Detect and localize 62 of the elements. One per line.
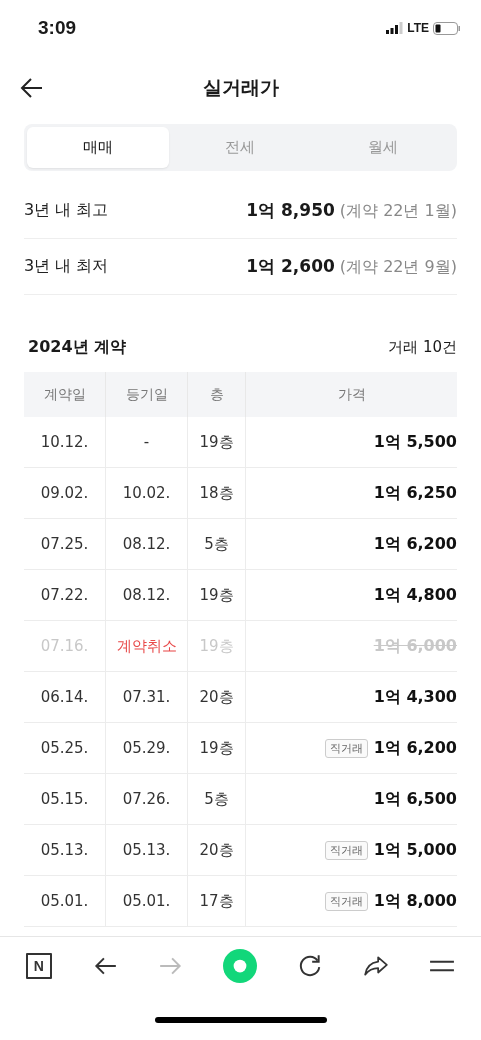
column-header: 가격 [245, 372, 457, 417]
table-cell: 05.01. [105, 876, 187, 927]
table-cell: 07.22. [24, 570, 105, 621]
table-cell: 05.13. [105, 825, 187, 876]
table-cell: 05.29. [105, 723, 187, 774]
table-cell: 08.12. [105, 570, 187, 621]
price-text: 1억 6,500 [373, 788, 457, 810]
price-text: 1억 4,800 [373, 584, 457, 606]
tab[interactable]: 매매 [27, 127, 170, 168]
deal-count: 거래 10건 [388, 337, 457, 357]
summary-label: 3년 내 최저 [24, 256, 109, 277]
summary-price: 1억 8,950 [246, 199, 335, 222]
back-button[interactable] [20, 76, 44, 100]
back-arrow-icon [20, 76, 44, 100]
column-header: 계약일 [24, 372, 105, 417]
table-cell: 05.01. [24, 876, 105, 927]
summary-price: 1억 2,600 [246, 255, 335, 278]
table-cell: 19층 [187, 417, 245, 468]
table-cell: 10.02. [105, 468, 187, 519]
table-cell: 10.12. [24, 417, 105, 468]
direct-deal-tag: 직거래 [324, 840, 368, 860]
table-cell: 20층 [187, 672, 245, 723]
network-label: LTE [407, 21, 429, 35]
price-text: 1억 4,300 [373, 686, 457, 708]
table-cell: 20층 [187, 825, 245, 876]
table-cell: 17층 [187, 876, 245, 927]
table-cell: 09.02. [24, 468, 105, 519]
logo-button[interactable]: N [25, 953, 52, 979]
price-text: 1억 6,250 [373, 482, 457, 504]
battery-icon [433, 21, 461, 35]
price-text: 1억 8,000 [373, 890, 457, 912]
ring-icon [223, 949, 258, 983]
page-title: 실거래가 [202, 76, 279, 98]
price-text: 1억 5,000 [373, 839, 457, 861]
column-header: 등기일 [105, 372, 187, 417]
column-header: 층 [187, 372, 245, 417]
table-cell: 19층 [187, 570, 245, 621]
table-cell: 07.25. [24, 519, 105, 570]
price-text: 1억 6,200 [373, 533, 457, 555]
table-cell: 06.14. [24, 672, 105, 723]
table-cell: 08.12. [105, 519, 187, 570]
table-cell: 5층 [187, 774, 245, 825]
summary-label: 3년 내 최고 [24, 200, 109, 221]
table-cell: 07.26. [105, 774, 187, 825]
table-cell: 05.25. [24, 723, 105, 774]
section-title: 2024년 계약 [28, 336, 127, 358]
table-cell: 계약취소 [105, 621, 187, 672]
table-cell: - [105, 417, 187, 468]
table-cell: 19층 [187, 723, 245, 774]
table-cell: 05.13. [24, 825, 105, 876]
signal-icon [386, 22, 404, 34]
table-cell: 5층 [187, 519, 245, 570]
price-text: 1억 5,500 [373, 431, 457, 453]
direct-deal-tag: 직거래 [324, 738, 368, 758]
contract-date-note: (계약 22년 9월) [339, 257, 457, 278]
table-cell: 18층 [187, 468, 245, 519]
table-cell: 05.15. [24, 774, 105, 825]
table-cell: 07.31. [105, 672, 187, 723]
price-text: 1억 6,200 [373, 737, 457, 759]
direct-deal-tag: 직거래 [324, 891, 368, 911]
contract-date-note: (계약 22년 1월) [339, 201, 457, 222]
status-time: 3:09 [38, 17, 77, 39]
